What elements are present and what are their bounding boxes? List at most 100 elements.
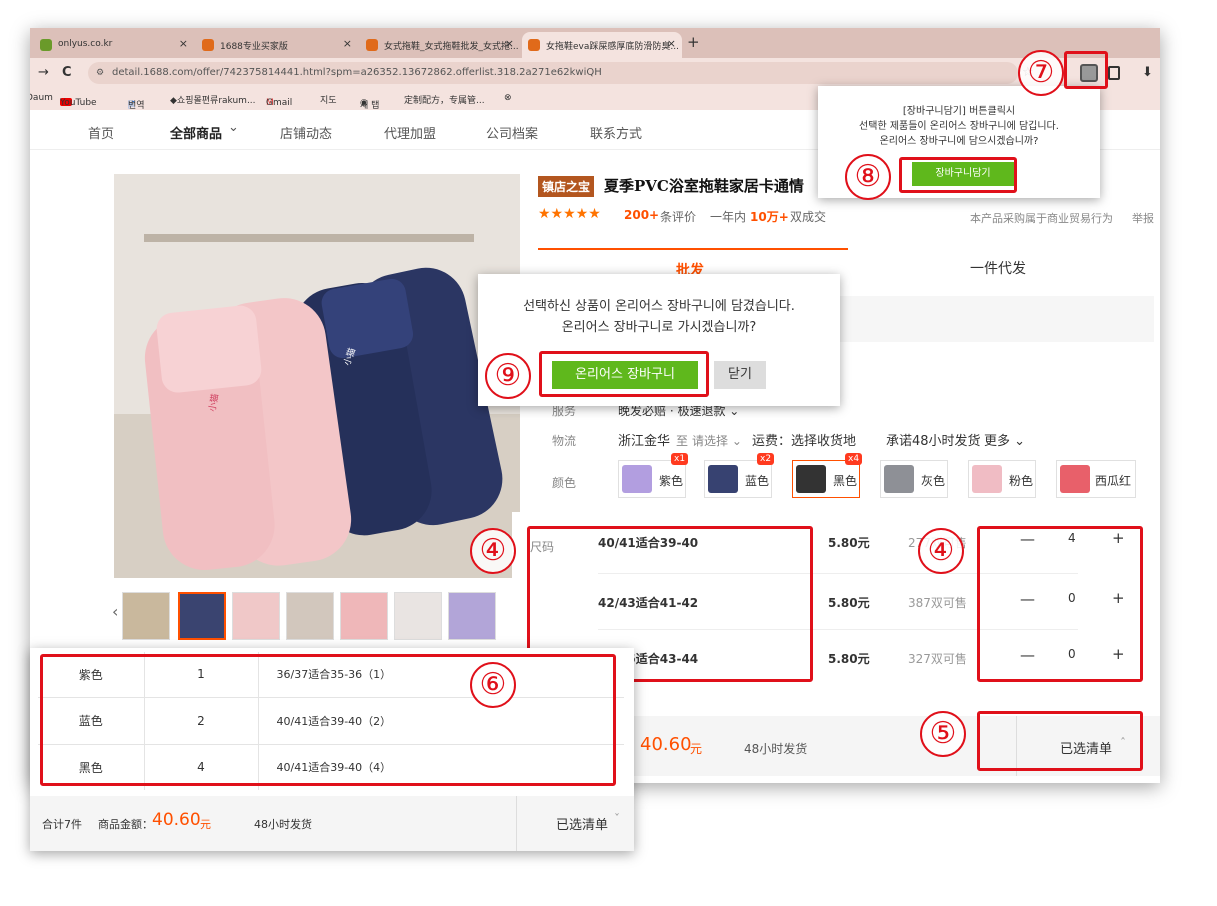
bookmark-item[interactable]: 지도 (320, 93, 337, 106)
confirm-line: 온리어스 장바구니로 가시겠습니까? (561, 320, 757, 335)
puzzle-icon[interactable] (1108, 66, 1120, 80)
tab-1688[interactable]: 1688专业买家版 × (196, 32, 358, 58)
footer-ship: 48小时发货 (744, 742, 808, 756)
bookmark-item[interactable]: 定制配方，专属管... (404, 93, 485, 106)
nav-contact[interactable]: 联系方式 (590, 123, 642, 142)
thumbnail-strip: ‹ (60, 592, 520, 644)
nav-home[interactable]: 首页 (88, 123, 114, 142)
nav-news[interactable]: 店铺动态 (280, 123, 332, 142)
color-option-gray[interactable]: 灰色 (880, 460, 948, 498)
hint-line: [장바구니담기] 버튼클릭시 (902, 106, 1016, 117)
thumbnail[interactable] (394, 592, 442, 640)
close-tab-icon[interactable]: × (343, 37, 352, 50)
reload-icon[interactable]: C (62, 65, 72, 80)
close-button[interactable]: 닫기 (714, 361, 766, 389)
total-count: 合计7件 (42, 818, 82, 831)
thumbnail[interactable] (340, 592, 388, 640)
thumbnail[interactable] (122, 592, 170, 640)
url-field[interactable]: ⚙ detail.1688.com/offer/742375814441.htm… (88, 62, 1018, 84)
swatch-label: 紫色 (659, 474, 684, 488)
swatch-image (884, 465, 914, 493)
product-title: 夏季PVC浴室拖鞋家居卡通情 (604, 177, 804, 195)
nav-agent[interactable]: 代理加盟 (384, 123, 436, 142)
color-option-purple[interactable]: 紫色 x1 (618, 453, 689, 498)
download-icon[interactable]: ⬇ (1142, 65, 1153, 80)
sales-suffix: 双成交 (790, 210, 827, 224)
product-image[interactable]: 小猫 小猫 (114, 174, 520, 578)
size-price: 5.80元 (828, 536, 870, 550)
address-bar-row: → C ⚙ detail.1688.com/offer/742375814441… (30, 58, 1160, 88)
ship-promise: 承诺48小时发货 (886, 434, 981, 449)
highlight-panel-rows (40, 654, 616, 786)
sales-prefix: 一年内 (710, 210, 747, 224)
panel-amount: 40.60 (152, 810, 201, 830)
swatch-label: 灰色 (921, 474, 946, 488)
url-text: detail.1688.com/offer/742375814441.html?… (112, 67, 602, 78)
review-label: 条评价 (660, 210, 697, 224)
favicon-icon (40, 39, 52, 51)
swatch-image (1060, 465, 1090, 493)
panel-list-button[interactable]: 已选清单 (556, 814, 608, 833)
swatch-label: 粉色 (1009, 474, 1034, 488)
nav-all-products[interactable]: 全部商品 (170, 123, 222, 142)
close-tab-icon[interactable]: × (667, 37, 676, 50)
bookmark-label: YouTube (60, 98, 97, 108)
color-option-pink[interactable]: 粉色 (968, 460, 1036, 498)
more-toggle[interactable]: 更多 ⌄ (984, 430, 1025, 449)
slippers-illustration (144, 267, 503, 571)
favicon-icon (202, 39, 214, 51)
tab-label: onlyus.co.kr (58, 39, 113, 49)
tab-underline (538, 248, 848, 250)
highlight-selected-list (977, 711, 1143, 771)
site-info-icon[interactable]: ⚙ (96, 62, 104, 84)
bookmark-item[interactable]: ◆쇼핑몰편류rakum... (170, 93, 256, 106)
step-marker-5: ⑤ (920, 711, 966, 757)
tab-dropship[interactable]: 一件代发 (970, 258, 1026, 278)
size-stock: 327双可售 (908, 652, 967, 666)
tab-label: 1688专业买家版 (220, 42, 288, 52)
confirm-line: 선택하신 상품이 온리어스 장바구니에 담겼습니다. (523, 299, 795, 314)
tab-onlyus[interactable]: onlyus.co.kr × (34, 32, 194, 58)
thumbnail-selected[interactable] (178, 592, 226, 640)
swatch-label: 蓝色 (745, 474, 770, 488)
tab-listing[interactable]: 女式拖鞋_女式拖鞋批发_女式拖... × (360, 32, 520, 58)
new-tab-button[interactable]: + (687, 33, 700, 51)
footer-amount: 40.60 (640, 734, 692, 755)
rating-stars: ★★★★★ (538, 206, 601, 222)
swatch-image (972, 465, 1002, 493)
prev-thumb-icon[interactable]: ‹ (112, 602, 118, 621)
trade-note: 本产品采购属于商业贸易行为 (970, 212, 1113, 225)
thumbnail[interactable] (286, 592, 334, 640)
region-select[interactable]: 请选择 ⌄ (692, 432, 742, 449)
panel-footer: 合计7件 商品金额： 40.60 元 48小时发货 已选清单 ˇ (30, 796, 634, 851)
color-option-black[interactable]: 黑色 x4 (792, 453, 863, 498)
report-link[interactable]: 举报 (1132, 210, 1154, 226)
tab-bar: onlyus.co.kr × 1688专业买家版 × 女式拖鞋_女式拖鞋批发_女式拖… (30, 28, 1160, 58)
freight-text[interactable]: 运费：选择收货地 (752, 430, 856, 449)
size-price: 5.80元 (828, 652, 870, 666)
favicon-icon (366, 39, 378, 51)
bookmark-item[interactable]: ⊗ (504, 93, 512, 103)
highlight-extension (1064, 51, 1108, 89)
review-count[interactable]: 200+ (624, 208, 659, 222)
nav-company[interactable]: 公司档案 (486, 123, 538, 142)
tab-label: 女式拖鞋_女式拖鞋批发_女式拖... (384, 42, 519, 52)
color-label: 颜色 (552, 476, 577, 490)
caret-down-icon: ˇ (614, 812, 620, 826)
tab-product[interactable]: 女拖鞋eva踩屎感厚底防滑防臭... × (522, 32, 682, 58)
step-marker-6: ⑥ (470, 662, 516, 708)
favicon-icon (528, 39, 540, 51)
close-tab-icon[interactable]: × (179, 37, 188, 50)
thumbnail[interactable] (448, 592, 496, 640)
logistics-label: 物流 (552, 434, 577, 448)
forward-icon[interactable]: → (38, 65, 49, 80)
hint-line: 온리어스 장바구니에 담으시겠습니까? (879, 136, 1039, 147)
thumbnail[interactable] (232, 592, 280, 640)
close-tab-icon[interactable]: × (505, 37, 514, 50)
bookmark-item[interactable]: Daum (30, 93, 53, 103)
step-marker-9: ⑨ (485, 353, 531, 399)
color-option-blue[interactable]: 蓝色 x2 (704, 453, 775, 498)
color-options: 紫色 x1 蓝色 x2 黑色 x4 灰色 粉色 西瓜红 (618, 453, 1158, 500)
color-option-watermelon[interactable]: 西瓜红 (1056, 460, 1136, 498)
qty-badge: x2 (757, 453, 775, 465)
